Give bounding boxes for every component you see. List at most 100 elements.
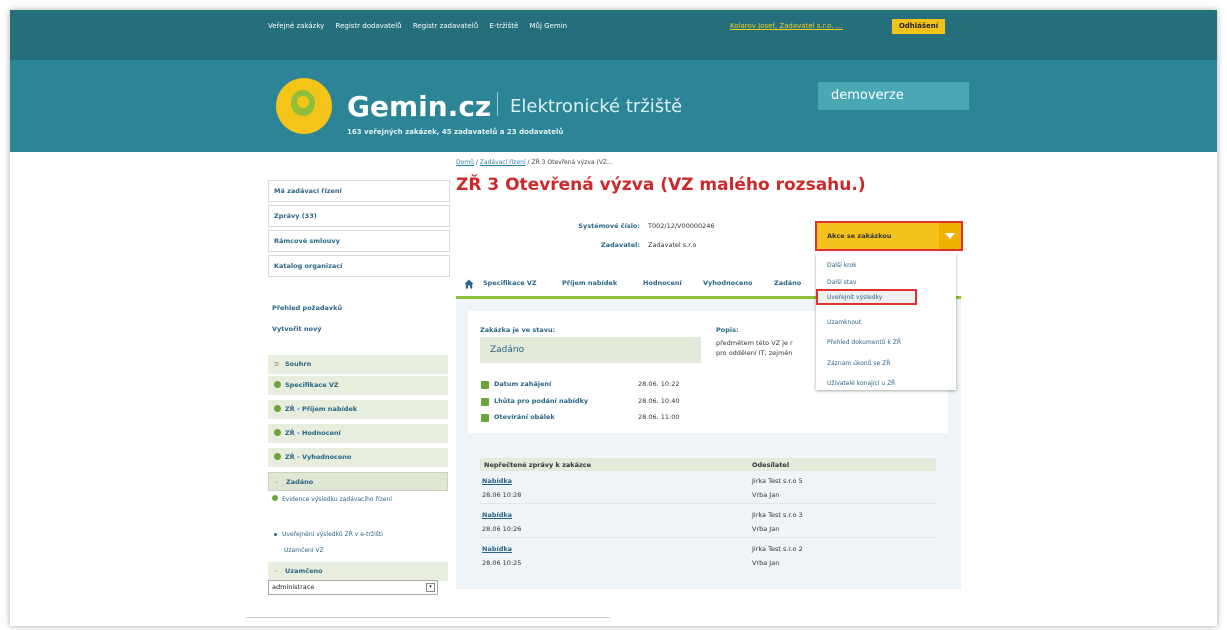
contracting-value: Zadavatel s.r.o	[648, 241, 697, 249]
actions-dropdown-button[interactable]: Akce se zakázkou	[815, 221, 963, 251]
message-sender-person: Vrba Jan	[752, 525, 780, 533]
sidebar-sub-uverejneni[interactable]: Uveřejnění výsledků ZŘ v e-tržišti	[272, 530, 442, 539]
milestone-date: 28.06. 10:40	[638, 397, 680, 405]
demo-badge: demoverze	[818, 82, 969, 110]
message-sender-person: Vrba Jan	[752, 559, 780, 567]
home-icon[interactable]	[464, 279, 474, 289]
brand-name[interactable]: Gemin.cz	[347, 90, 491, 123]
breadcrumb: Domů / Zadávací řízení / ZŘ 3 Otevřená v…	[456, 159, 613, 166]
bullet-icon	[274, 532, 277, 536]
sidebar-item-zpravy[interactable]: Zprávy (33)	[268, 205, 450, 227]
page-title: ZŘ 3 Otevřená výzva (VZ malého rozsahu.)	[456, 175, 866, 195]
chevron-down-icon	[939, 223, 961, 249]
logout-button[interactable]: Odhlášení	[892, 19, 945, 34]
tab-prijem-nabidek[interactable]: Příjem nabídek	[562, 279, 617, 287]
milestone-label: Datum zahájení	[494, 380, 552, 388]
role-select[interactable]: administrace ▾	[268, 580, 438, 595]
nav-item-verejne-zakazky[interactable]: Veřejné zakázky	[268, 22, 324, 30]
tab-zadano[interactable]: Zadáno	[774, 279, 801, 287]
step-label: Specifikace VZ	[285, 381, 339, 389]
sidebar-step-uzamceno[interactable]: – Uzamčeno	[268, 562, 448, 581]
select-arrow-icon[interactable]: ▾	[426, 583, 435, 592]
sub-label: Uveřejnění výsledků ZŘ v e-tržišti	[282, 531, 383, 538]
user-link[interactable]: Kolarov Josef, Zadavatel s.r.o. ...	[730, 22, 842, 30]
description-text: předmětem této VZ je r pro oddělení IT, …	[716, 338, 816, 358]
sidebar-sub-uzamceni[interactable]: Uzamčení VZ	[284, 546, 454, 555]
sidebar-item-ma-zadavaci-rizeni[interactable]: Má zadávací řízení	[268, 180, 450, 202]
message-sender-org: Jirka Test s.r.o 3	[752, 511, 803, 519]
nav-item-e-trziste[interactable]: E-tržiště	[489, 22, 518, 30]
check-circle-icon	[274, 405, 281, 412]
nav-item-registr-zadavatelu[interactable]: Registr zadavatelů	[413, 22, 478, 30]
check-circle-icon	[274, 381, 281, 388]
sidebar-step-specifikace[interactable]: Specifikace VZ	[268, 376, 448, 395]
sidebar-step-zadano[interactable]: – Zadáno	[268, 472, 448, 491]
sidebar-step-prijem-nabidek[interactable]: ZŘ - Příjem nabídek	[268, 400, 448, 419]
checkbox-icon	[481, 398, 489, 406]
check-circle-icon	[272, 495, 278, 501]
sub-label: Evidence výsledku zadávacího řízení	[282, 496, 392, 503]
message-sender-person: Vrba Jan	[752, 491, 780, 499]
message-link[interactable]: Nabídka	[482, 477, 512, 485]
tab-specifikace[interactable]: Specifikace VZ	[483, 279, 537, 287]
breadcrumb-current: / ZŘ 3 Otevřená výzva (VZ...	[525, 159, 613, 166]
sidebar-link-prehled-pozadavku[interactable]: Přehled požadavků	[272, 304, 342, 312]
sidebar-link-vytvorit-novy[interactable]: Vytvořit nový	[272, 325, 321, 333]
status-label: Zakázka je ve stavu:	[480, 326, 556, 334]
sidebar-step-vyhodnoceno[interactable]: ZŘ - Vyhodnoceno	[268, 448, 448, 467]
menu-item-zaznam-ukonu[interactable]: Záznam úkonů se ZŘ	[827, 360, 890, 367]
message-link[interactable]: Nabídka	[482, 511, 512, 519]
top-bar	[10, 10, 1217, 60]
nav-item-registr-dodavatelu[interactable]: Registr dodavatelů	[336, 22, 402, 30]
checkbox-icon	[481, 414, 489, 422]
logo-center	[297, 96, 309, 108]
description-line: předmětem této VZ je r	[716, 339, 793, 347]
messages-col-sender: Odesílatel	[752, 461, 790, 469]
role-select-value: administrace	[272, 583, 315, 591]
footer-divider	[246, 617, 610, 618]
menu-item-dalsi-krok[interactable]: Další krok	[827, 262, 857, 269]
step-label: Souhrn	[285, 360, 312, 368]
sidebar-step-summary[interactable]: ≡ Souhrn	[268, 355, 448, 374]
message-link[interactable]: Nabídka	[482, 545, 512, 553]
header-banner: Gemin.cz Elektronické tržiště 163 veřejn…	[10, 60, 1217, 152]
step-label: Uzamčeno	[285, 567, 323, 575]
summary-icon: ≡	[274, 360, 280, 368]
message-sender-org: Jirka Test s.r.o 2	[752, 545, 803, 553]
tagline: Elektronické tržiště	[510, 96, 683, 117]
check-circle-icon	[274, 453, 281, 460]
row-divider	[480, 537, 936, 538]
menu-item-uzamknout[interactable]: Uzamknout	[827, 319, 861, 326]
sidebar-step-hodnoceni[interactable]: ZŘ - Hodnocení	[268, 424, 448, 443]
sidebar-item-ramcove-smlouvy[interactable]: Rámcové smlouvy	[268, 230, 450, 252]
sidebar-item-katalog-organizaci[interactable]: Katalog organizací	[268, 255, 450, 277]
milestone-label: Otevírání obálek	[494, 413, 555, 421]
milestone-date: 28.06. 11:00	[638, 413, 680, 421]
check-circle-icon	[274, 429, 281, 436]
breadcrumb-section[interactable]: Zadávací řízení	[480, 159, 526, 166]
step-label: ZŘ - Příjem nabídek	[285, 405, 358, 413]
breadcrumb-home[interactable]: Domů	[456, 159, 474, 166]
menu-item-uverejnit-vysledky[interactable]: Uveřejnit výsledky	[827, 294, 882, 301]
message-time: 28.06 10:26	[482, 525, 522, 533]
step-label: ZŘ - Hodnocení	[285, 429, 341, 437]
step-label: Zadáno	[286, 478, 314, 486]
message-time: 28.06 10:25	[482, 559, 522, 567]
menu-item-uzivatele[interactable]: Uživatelé konající u ZŘ	[827, 380, 895, 387]
system-number-label: Systémové číslo:	[578, 222, 640, 230]
menu-item-prehled-dokumentu[interactable]: Přehled dokumentů k ZŘ	[827, 339, 901, 346]
sidebar-sub-evidence[interactable]: Evidence výsledku zadávacího řízení	[272, 495, 442, 504]
minus-icon: –	[275, 478, 279, 486]
top-nav: Veřejné zakázky Registr dodavatelů Regis…	[268, 22, 576, 30]
messages-col-title: Nepřečtené zprávy k zakázce	[484, 461, 592, 469]
nav-item-muj-gemin[interactable]: Můj Gemin	[530, 22, 568, 30]
gemin-logo-icon[interactable]	[276, 78, 332, 134]
menu-item-dalsi-stav[interactable]: Další stav	[827, 279, 856, 286]
stats-line: 163 veřejných zakázek, 45 zadavatelů a 2…	[347, 128, 564, 136]
system-number-value: T002/12/V00000246	[648, 222, 715, 230]
tab-vyhodnoceno[interactable]: Vyhodnoceno	[703, 279, 752, 287]
milestone-date: 28.06. 10:22	[638, 380, 680, 388]
tab-hodnoceni[interactable]: Hodnocení	[643, 279, 682, 287]
actions-label: Akce se zakázkou	[827, 232, 892, 240]
description-label: Popis:	[716, 326, 739, 334]
